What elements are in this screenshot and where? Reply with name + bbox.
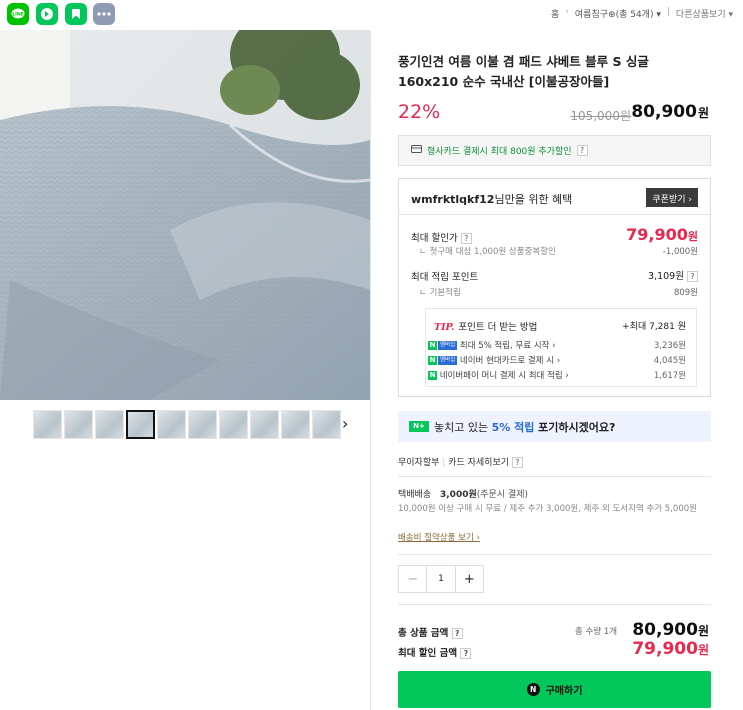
- installment-label: 무이자할부: [398, 458, 440, 468]
- help-icon[interactable]: ?: [576, 145, 588, 156]
- shipping-when: (주문시 결제): [476, 490, 529, 500]
- plus-badge: 멤버십: [438, 356, 458, 365]
- total-price: 80,900원: [632, 620, 709, 640]
- thumbnail-1[interactable]: [33, 410, 62, 439]
- help-icon[interactable]: ?: [460, 648, 472, 659]
- naver-plus-badge: N+: [409, 421, 429, 432]
- card-benefit-text: 형사카드 결제시 최대 800원 추가할인: [427, 147, 572, 157]
- breadcrumb-category[interactable]: 여름침구⊕(총 54개) ▾: [575, 7, 661, 20]
- buy-label: 구매하기: [545, 686, 583, 697]
- other-products-dropdown[interactable]: 다른상품보기 ▾: [676, 7, 733, 20]
- original-price: 105,000원: [570, 109, 631, 123]
- thumbnail-5[interactable]: [157, 410, 186, 439]
- main-product-image: [0, 30, 370, 400]
- sale-price: 80,900원: [631, 102, 709, 122]
- breadcrumb-home[interactable]: 홈: [551, 7, 559, 20]
- benefit-header: wmfrktlqkf12님만을 위한 혜택 쿠폰받기 ›: [399, 179, 710, 215]
- point-banner[interactable]: N+ 놓치고 있는 5% 적립 포기하시겠어요?: [398, 411, 711, 442]
- help-icon[interactable]: ?: [451, 628, 463, 639]
- tip-row-1[interactable]: N 멤버십 최대 5% 적립, 무료 시작 › 3,236원: [428, 339, 686, 352]
- svg-text:LINE: LINE: [12, 12, 23, 18]
- quantity-minus-button[interactable]: −: [399, 566, 426, 592]
- discount-rate: 22%: [398, 101, 441, 123]
- thumbnail-10[interactable]: [312, 410, 341, 439]
- shipping-saving-link[interactable]: 배송비 절약상품 보기 ›: [398, 531, 480, 543]
- max-discount-total-price: 79,900원: [632, 639, 709, 659]
- column-divider: [370, 30, 371, 710]
- naver-n-icon: N: [428, 341, 437, 350]
- tip-title: TIP. 포인트 더 받는 방법: [434, 322, 538, 333]
- divider: [398, 604, 711, 605]
- member-benefit-box: wmfrktlqkf12님만을 위한 혜택 쿠폰받기 › 최대 할인가 ? 79…: [398, 178, 711, 397]
- first-purchase-discount: ㄴ 첫구매 대상 1,000원 상품중복할인: [419, 247, 556, 257]
- blog-share-icon[interactable]: [65, 3, 87, 25]
- breadcrumb-separator: ›: [565, 7, 569, 17]
- tip-row-2[interactable]: N 멤버십 네이버 현대카드로 결제 시 › 4,045원: [428, 354, 686, 367]
- thumbnail-2[interactable]: [64, 410, 93, 439]
- thumbnail-9[interactable]: [281, 410, 310, 439]
- max-point-value: 3,109원 ?: [648, 268, 698, 282]
- max-discount-price: 79,900원: [626, 225, 698, 244]
- help-icon[interactable]: ?: [460, 233, 472, 244]
- shipping-fee: 3,000원: [440, 490, 477, 500]
- thumbnail-4-selected[interactable]: [126, 410, 155, 439]
- benefit-title: wmfrktlqkf12님만을 위한 혜택: [411, 193, 573, 206]
- basic-point-value: 809원: [673, 288, 698, 298]
- divider: [398, 476, 711, 477]
- quantity-input[interactable]: 1: [426, 566, 456, 592]
- thumbnail-next-icon[interactable]: ›: [342, 414, 348, 433]
- total-count: 총 수량 1개: [575, 627, 618, 637]
- top-bar: LINE 홈 › 여름침구⊕(총 54개) ▾ | 다른상품보기 ▾: [0, 0, 743, 28]
- band-share-icon[interactable]: [36, 3, 58, 25]
- shipping-label: 택배배송: [398, 490, 432, 500]
- naverpay-icon: N: [428, 371, 437, 380]
- breadcrumb-divider: |: [666, 7, 670, 17]
- help-icon[interactable]: ?: [687, 271, 698, 282]
- thumbnail-6[interactable]: [188, 410, 217, 439]
- divider: [398, 554, 711, 555]
- max-discount-total-label: 최대 할인 금액 ?: [398, 645, 472, 659]
- basic-point-label: ㄴ 기본적립: [419, 288, 461, 298]
- card-benefit-box: 형사카드 결제시 최대 800원 추가할인 ?: [398, 135, 711, 166]
- plus-badge: 멤버십: [438, 341, 458, 350]
- tip-row-3[interactable]: N 네이버페이 머니 결제 시 최대 적립 › 1,617원: [428, 369, 686, 382]
- thumbnail-strip: [33, 410, 341, 439]
- product-title: 풍기인견 여름 이불 겸 패드 샤베트 블루 S 싱글 160x210 순수 국…: [398, 54, 649, 89]
- card-detail-link[interactable]: 카드 자세히보기: [448, 458, 509, 468]
- installment-divider: |: [442, 458, 446, 468]
- help-icon[interactable]: ?: [511, 457, 523, 468]
- line-share-icon[interactable]: LINE: [7, 3, 29, 25]
- banner-text: 놓치고 있는 5% 적립 포기하시겠어요?: [434, 420, 616, 434]
- shipping-row: 택배배송 3,000원(주문시 결제): [398, 487, 528, 500]
- quantity-plus-button[interactable]: +: [456, 566, 483, 592]
- first-purchase-value: -1,000원: [662, 247, 698, 257]
- credit-card-icon: [411, 145, 422, 156]
- thumbnail-3[interactable]: [95, 410, 124, 439]
- coupon-button[interactable]: 쿠폰받기 ›: [646, 188, 698, 207]
- shipping-note: 10,000원 이상 구매 시 무료 / 제주 추가 3,000원, 제주 외 …: [398, 504, 697, 514]
- buy-button[interactable]: N 구매하기: [398, 671, 711, 708]
- more-share-icon[interactable]: [93, 3, 115, 25]
- naverpay-n-icon: N: [526, 683, 540, 696]
- tip-max: +최대 7,281 원: [622, 322, 686, 332]
- tip-box: TIP. 포인트 더 받는 방법 +최대 7,281 원 N 멤버십 최대 5% 적…: [425, 308, 697, 387]
- quantity-stepper: − 1 +: [398, 565, 484, 593]
- naver-n-icon: N: [428, 356, 437, 365]
- total-label: 총 상품 금액 ?: [398, 625, 463, 639]
- installment-row: 무이자할부 | 카드 자세히보기 ?: [398, 455, 523, 468]
- thumbnail-8[interactable]: [250, 410, 279, 439]
- thumbnail-7[interactable]: [219, 410, 248, 439]
- breadcrumb: 홈 › 여름침구⊕(총 54개) ▾ | 다른상품보기 ▾: [551, 7, 733, 20]
